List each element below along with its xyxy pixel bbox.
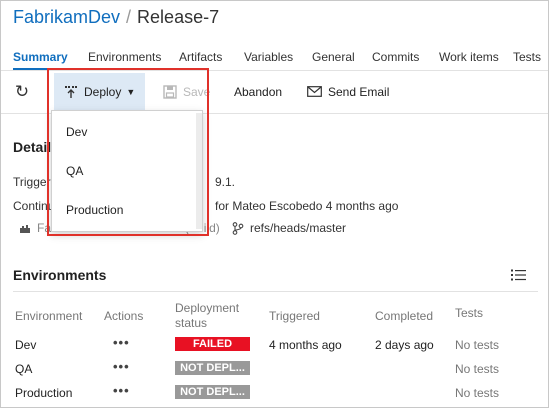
deploy-menu-item-qa[interactable]: QA [66,164,83,178]
tab-artifacts[interactable]: Artifacts [179,50,222,64]
toolbar: ↻ Deploy ▼ Save Abandon Send Email [1,73,548,111]
env-row-production-actions[interactable]: ••• [113,383,130,398]
env-row-production-status-badge: NOT DEPL... [175,385,250,399]
trigger-text-end: 9.1. [215,175,236,189]
release-window: FabrikamDev / Release-7 Summary Environmen… [0,0,549,408]
build-icon [20,225,30,233]
save-button[interactable]: Save [163,73,210,110]
envelope-icon [307,86,322,97]
release-title: Release-7 [137,7,220,27]
continuous-text-start: Continu [13,199,55,213]
tab-variables[interactable]: Variables [244,50,293,64]
save-label: Save [183,84,211,99]
env-row-qa-name[interactable]: QA [15,362,32,376]
trigger-text-start: Trigger [13,175,51,189]
tab-environments[interactable]: Environments [88,50,161,64]
continuous-text-end: for Mateo Escobedo 4 months ago [215,199,399,213]
branch-name[interactable]: refs/heads/master [250,221,346,235]
column-header-tests: Tests [455,306,484,320]
environments-divider [13,291,538,292]
deploy-dropdown-menu: Dev QA Production [51,110,203,232]
send-email-button[interactable]: Send Email [307,73,389,110]
tab-summary[interactable]: Summary [13,50,68,64]
column-header-actions: Actions [104,309,144,323]
deploy-icon [65,85,77,98]
refresh-button[interactable]: ↻ [11,73,33,110]
env-row-dev-actions[interactable]: ••• [113,335,130,350]
column-header-deployment-status: Deployment status [175,301,240,330]
breadcrumb-separator: / [126,7,132,27]
tab-tests[interactable]: Tests [513,50,541,64]
column-header-triggered: Triggered [269,309,320,323]
list-view-icon[interactable] [511,269,526,281]
tab-commits[interactable]: Commits [372,50,419,64]
chevron-down-icon: ▼ [126,86,136,97]
tab-general[interactable]: General [312,50,355,64]
deploy-menu-item-dev[interactable]: Dev [66,125,87,139]
tabs-divider [1,70,548,71]
env-row-dev-status-badge: FAILED [175,337,250,351]
env-row-qa-tests: No tests [455,362,500,376]
tab-work-items[interactable]: Work items [439,50,499,64]
env-row-qa-status-badge: NOT DEPL... [175,361,250,375]
deploy-label: Deploy [84,84,122,99]
abandon-label: Abandon [234,84,283,99]
env-row-dev-tests: No tests [455,338,500,352]
column-header-environment: Environment [15,309,83,323]
env-row-qa-actions[interactable]: ••• [113,359,130,374]
deploy-menu-item-production[interactable]: Production [66,203,123,217]
env-row-dev-completed: 2 days ago [375,338,434,352]
breadcrumb: FabrikamDev / Release-7 [13,7,219,28]
project-link[interactable]: FabrikamDev [13,7,120,27]
send-email-label: Send Email [328,84,390,99]
tab-bar: Summary Environments Artifacts Variables… [1,47,548,70]
save-icon [163,84,177,99]
column-header-completed: Completed [375,309,434,323]
branch-icon [232,221,244,235]
environments-heading: Environments [13,267,107,283]
env-row-production-name[interactable]: Production [15,386,72,400]
refresh-icon: ↻ [14,81,30,101]
deploy-button[interactable]: Deploy ▼ [54,73,145,110]
menu-scrollbar[interactable] [196,113,202,229]
abandon-button[interactable]: Abandon [234,73,282,110]
env-row-dev-triggered: 4 months ago [269,338,342,352]
env-row-dev-name[interactable]: Dev [15,338,36,352]
branch-info: refs/heads/master [232,221,346,235]
env-row-production-tests: No tests [455,386,500,400]
